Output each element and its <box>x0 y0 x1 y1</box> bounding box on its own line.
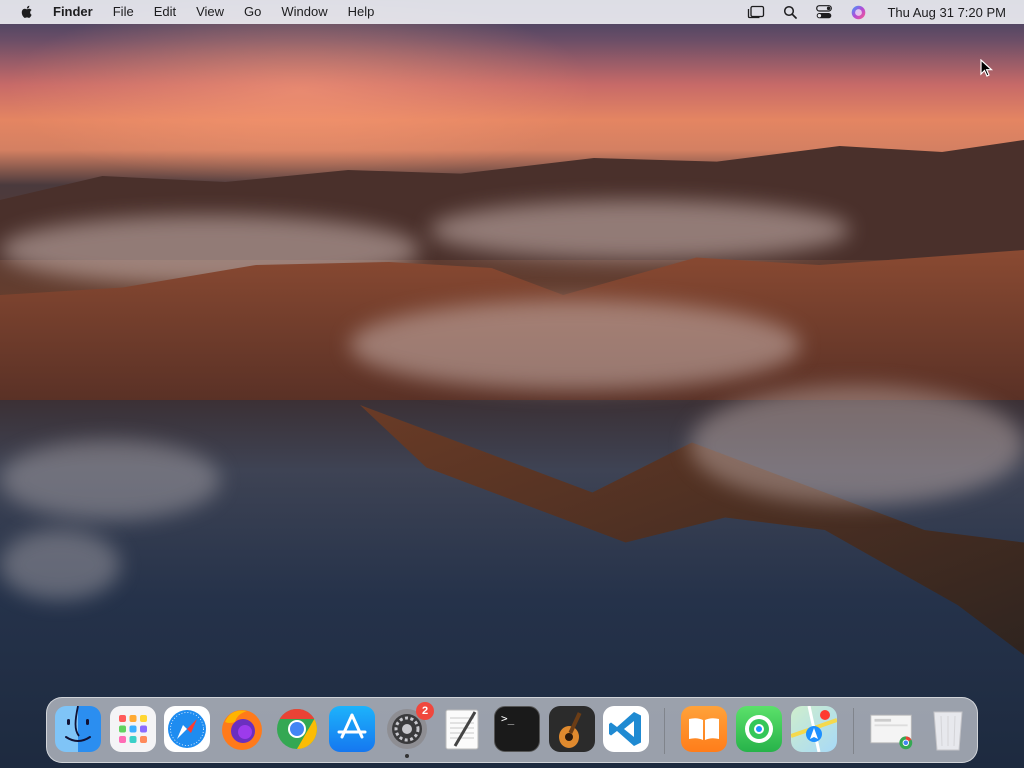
spotlight-search-icon[interactable] <box>781 4 799 20</box>
menu-window[interactable]: Window <box>271 0 337 24</box>
system-settings-icon[interactable]: 2 <box>384 702 434 758</box>
apple-menu-icon[interactable] <box>19 4 35 20</box>
menu-bar: Finder File Edit View Go Window Help Thu… <box>0 0 1024 24</box>
desktop-wallpaper <box>0 0 1024 768</box>
books-icon[interactable] <box>681 706 727 752</box>
running-indicator <box>405 754 409 758</box>
app-store-icon[interactable] <box>329 706 375 752</box>
safari-icon[interactable] <box>164 706 210 752</box>
stage-manager-icon[interactable] <box>747 4 765 20</box>
finder-icon[interactable] <box>55 706 101 752</box>
vscode-icon[interactable] <box>603 706 649 752</box>
terminal-icon[interactable]: >_ <box>494 706 540 752</box>
terminal-prompt-glyph: >_ <box>501 712 515 725</box>
menu-bar-clock[interactable]: Thu Aug 31 7:20 PM <box>887 5 1006 20</box>
chrome-icon[interactable] <box>274 706 320 752</box>
dock-divider <box>853 708 854 754</box>
garageband-icon[interactable] <box>549 706 595 752</box>
menu-app-name[interactable]: Finder <box>53 0 103 24</box>
control-center-icon[interactable] <box>815 4 833 20</box>
wallpaper-cloud <box>350 300 800 390</box>
textedit-icon[interactable] <box>439 706 485 752</box>
menu-go[interactable]: Go <box>234 0 271 24</box>
menu-help[interactable]: Help <box>338 0 385 24</box>
downloads-stack-icon[interactable] <box>869 706 915 752</box>
trash-icon[interactable] <box>925 706 971 752</box>
wallpaper-cloud <box>430 200 850 260</box>
notification-badge: 2 <box>416 702 434 720</box>
launchpad-icon[interactable] <box>110 706 156 752</box>
find-my-icon[interactable] <box>736 706 782 752</box>
wallpaper-cloud <box>0 530 120 600</box>
siri-icon[interactable] <box>849 4 867 20</box>
maps-icon[interactable] <box>791 706 837 752</box>
menu-view[interactable]: View <box>186 0 234 24</box>
firefox-icon[interactable] <box>219 706 265 752</box>
menu-file[interactable]: File <box>103 0 144 24</box>
wallpaper-cloud <box>0 440 220 520</box>
menu-edit[interactable]: Edit <box>144 0 186 24</box>
dock: 2 >_ <box>46 697 978 763</box>
wallpaper-cloud <box>690 385 1024 505</box>
mouse-cursor-icon <box>980 59 994 77</box>
dock-divider <box>664 708 665 754</box>
